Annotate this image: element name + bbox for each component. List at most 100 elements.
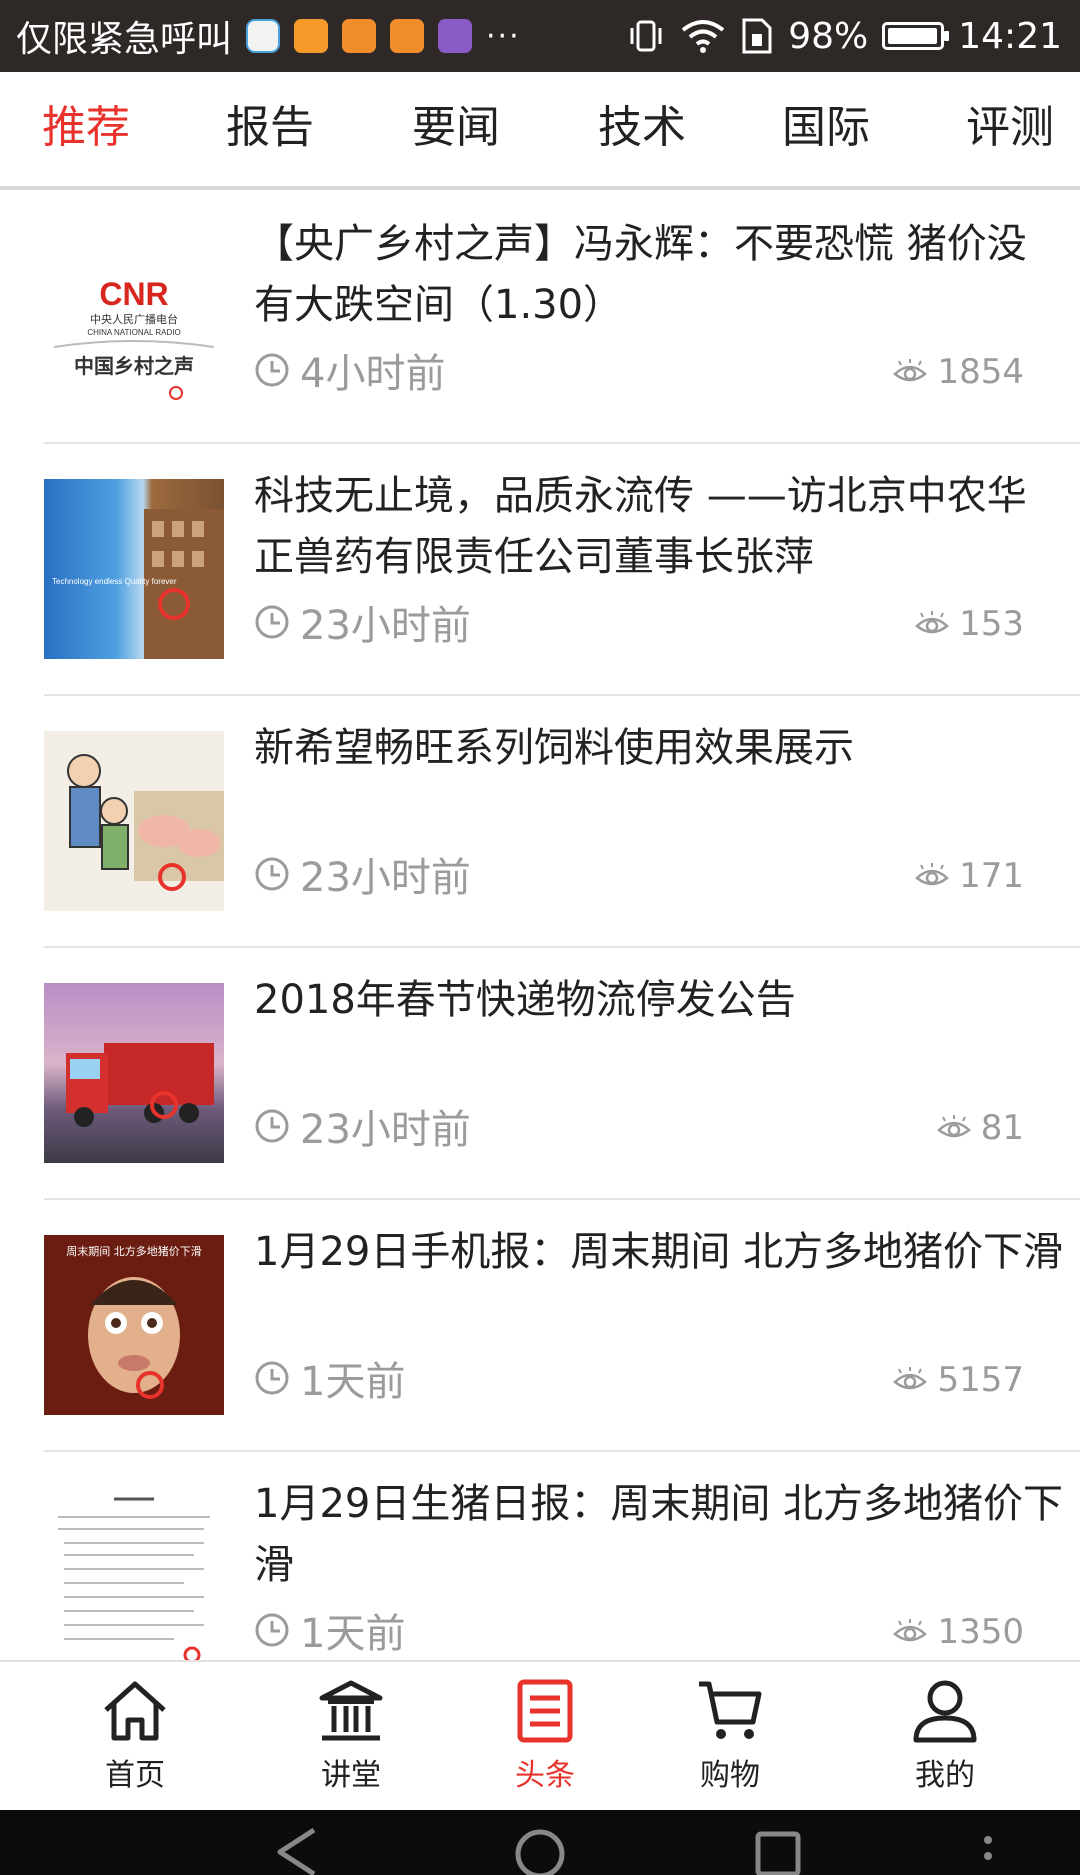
clock-icon — [255, 1109, 289, 1143]
cnr-sub-en: CHINA NATIONAL RADIO — [87, 328, 180, 337]
app-icon — [294, 19, 329, 53]
cnr-logo-text: CNR — [99, 276, 168, 312]
eye-icon — [936, 1115, 971, 1138]
list-item[interactable]: CNR 中央人民广播电台 CHINA NATIONAL RADIO 中国乡村之声… — [44, 192, 1080, 444]
article-views: 81 — [936, 1098, 1024, 1158]
list-item[interactable]: 1月29日生猪日报：周末期间 北方多地猪价下滑 1天前 1350 — [44, 1452, 1080, 1660]
tab-recommend[interactable]: 推荐 — [42, 72, 130, 184]
list-item[interactable]: 新希望畅旺系列饲料使用效果展示 23小时前 171 — [44, 696, 1080, 948]
views-count: 5157 — [937, 1360, 1024, 1400]
clock: 14:21 — [958, 15, 1062, 57]
eye-icon — [893, 1619, 928, 1642]
time-text: 23小时前 — [300, 603, 471, 649]
eye-icon — [893, 1367, 928, 1390]
views-count: 1350 — [937, 1612, 1024, 1652]
article-thumbnail: CNR 中央人民广播电台 CHINA NATIONAL RADIO 中国乡村之声 — [44, 227, 224, 407]
clock-icon — [255, 1361, 289, 1395]
nav-headlines-label: 头条 — [515, 1758, 575, 1793]
article-title[interactable]: 【央广乡村之声】冯永辉：不要恐慌 猪价没有大跌空间（1.30） — [254, 214, 1064, 336]
article-views: 1854 — [893, 342, 1024, 402]
tab-reviews[interactable]: 评测 — [966, 72, 1054, 184]
status-right: 98% 14:21 — [626, 0, 1062, 72]
nav-profile-label: 我的 — [915, 1758, 975, 1793]
classroom-icon — [319, 1680, 383, 1741]
tab-reports[interactable]: 报告 — [226, 72, 314, 184]
recents-icon[interactable] — [752, 1826, 804, 1875]
nav-shopping[interactable]: 购物 — [660, 1678, 800, 1798]
nav-home-label: 首页 — [105, 1758, 165, 1793]
clock-icon — [255, 353, 289, 387]
tab-international[interactable]: 国际 — [782, 72, 870, 184]
profile-icon — [913, 1680, 977, 1743]
article-title[interactable]: 1月29日手机报：周末期间 北方多地猪价下滑 — [254, 1222, 1064, 1283]
views-count: 81 — [980, 1108, 1024, 1148]
eye-icon — [893, 359, 928, 382]
system-nav-bar — [0, 1810, 1080, 1875]
bottom-nav: 首页 讲堂 头条 购物 我的 — [0, 1660, 1080, 1810]
list-item[interactable]: 2018年春节快递物流停发公告 23小时前 81 — [44, 948, 1080, 1200]
article-title[interactable]: 1月29日生猪日报：周末期间 北方多地猪价下滑 — [254, 1474, 1064, 1596]
menu-dots-icon[interactable] — [978, 1826, 998, 1875]
back-icon[interactable] — [270, 1826, 324, 1875]
status-bar: 仅限紧急呼叫 ··· 98% 14:21 — [0, 0, 1080, 72]
gallery-icon — [438, 19, 473, 53]
article-title[interactable]: 2018年春节快递物流停发公告 — [254, 970, 1064, 1031]
article-thumbnail — [44, 731, 224, 911]
wifi-icon — [681, 20, 725, 53]
cart-icon — [699, 1681, 762, 1739]
home-button-icon[interactable] — [512, 1824, 568, 1875]
battery-percent: 98% — [788, 15, 869, 57]
article-time: 23小时前 — [254, 1096, 471, 1156]
nav-headlines[interactable]: 头条 — [475, 1678, 615, 1798]
article-time: 1天前 — [254, 1600, 405, 1660]
browser-icon — [246, 19, 281, 53]
time-text: 23小时前 — [300, 855, 471, 901]
nav-shopping-label: 购物 — [700, 1758, 760, 1793]
thumb-headline: 周末期间 北方多地猪价下滑 — [66, 1244, 202, 1258]
views-count: 1854 — [937, 352, 1024, 392]
eye-icon — [915, 863, 950, 886]
home-icon — [104, 1681, 166, 1741]
article-views: 153 — [915, 594, 1024, 654]
time-text: 1天前 — [300, 1359, 406, 1405]
headlines-icon — [517, 1679, 573, 1743]
uc-icon — [342, 19, 377, 53]
article-views: 1350 — [893, 1602, 1024, 1660]
views-count: 171 — [959, 856, 1024, 896]
clock-icon — [255, 857, 289, 891]
nav-home[interactable]: 首页 — [65, 1678, 205, 1798]
tab-news[interactable]: 要闻 — [412, 72, 500, 184]
article-title[interactable]: 新希望畅旺系列饲料使用效果展示 — [254, 718, 1064, 779]
time-text: 4小时前 — [300, 351, 446, 397]
clock-icon — [255, 1613, 289, 1647]
article-time: 23小时前 — [254, 592, 471, 652]
cnr-caption: 中国乡村之声 — [74, 354, 194, 378]
nav-classroom-label: 讲堂 — [321, 1758, 381, 1793]
time-text: 1天前 — [300, 1611, 406, 1657]
list-item[interactable]: 周末期间 北方多地猪价下滑 1月29日手机报：周末期间 北方多地猪价下滑 1天前… — [44, 1200, 1080, 1452]
article-views: 171 — [915, 846, 1024, 906]
list-item[interactable]: Technology endless Quality forever 科技无止境… — [44, 444, 1080, 696]
thumb-slogan: Technology endless Quality forever — [52, 577, 177, 586]
status-left: 仅限紧急呼叫 ··· — [16, 0, 521, 72]
nav-classroom[interactable]: 讲堂 — [281, 1678, 421, 1798]
clock-icon — [255, 605, 289, 639]
article-title[interactable]: 科技无止境，品质永流传 ——访北京中农华正兽药有限责任公司董事长张萍 — [254, 466, 1064, 588]
article-time: 4小时前 — [254, 340, 445, 400]
article-list: CNR 中央人民广播电台 CHINA NATIONAL RADIO 中国乡村之声… — [0, 192, 1080, 1660]
uc-icon — [390, 19, 425, 53]
cnr-sub: 中央人民广播电台 — [90, 312, 178, 326]
more-notifications-icon: ··· — [486, 18, 521, 54]
article-time: 23小时前 — [254, 844, 471, 904]
article-time: 1天前 — [254, 1348, 405, 1408]
battery-icon — [882, 22, 950, 50]
eye-icon — [915, 611, 950, 634]
time-text: 23小时前 — [300, 1107, 471, 1153]
article-thumbnail: Technology endless Quality forever — [44, 479, 224, 659]
article-views: 5157 — [893, 1350, 1024, 1410]
battery-fill — [888, 28, 938, 44]
nav-profile[interactable]: 我的 — [875, 1678, 1015, 1798]
views-count: 153 — [959, 604, 1024, 644]
article-thumbnail — [44, 1487, 224, 1660]
tab-technology[interactable]: 技术 — [598, 72, 686, 184]
